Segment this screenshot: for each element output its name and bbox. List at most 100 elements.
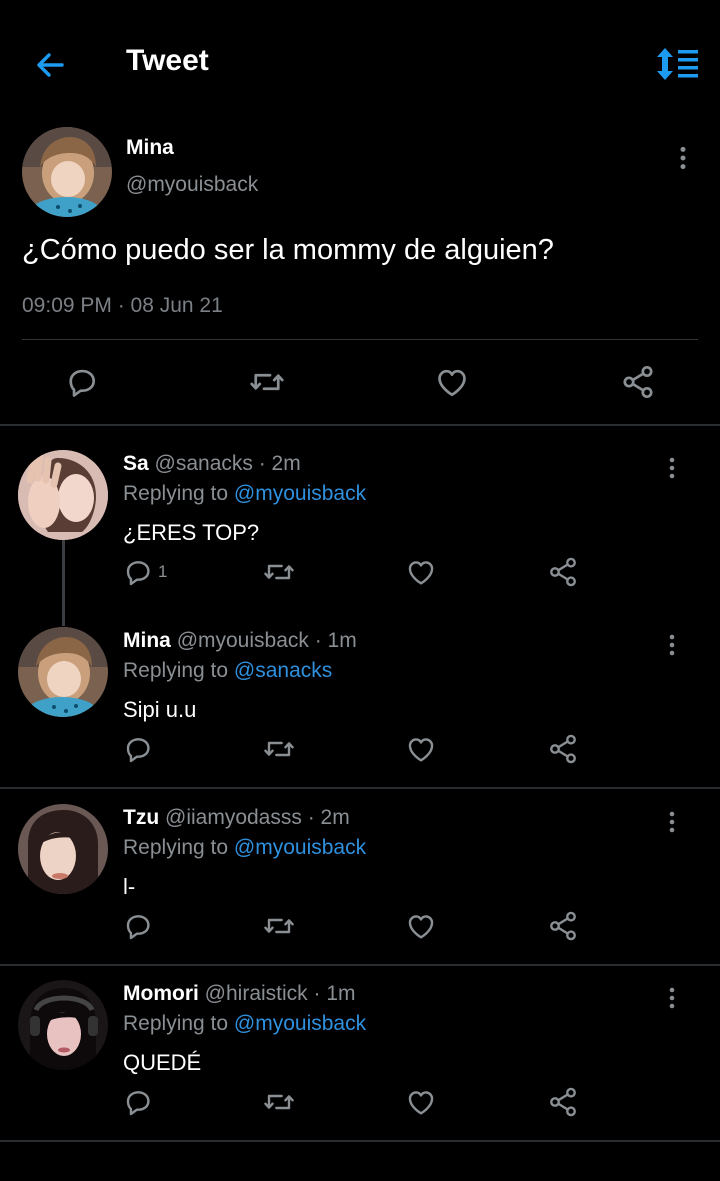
share-icon — [620, 364, 656, 400]
reply-author-name[interactable]: Sa — [123, 452, 149, 475]
reply-button[interactable] — [122, 910, 154, 942]
like-icon — [434, 364, 470, 400]
divider — [0, 1140, 720, 1142]
mention-link[interactable]: @myouisback — [234, 836, 366, 859]
more-options-button[interactable] — [670, 140, 696, 176]
arrow-left-icon — [37, 53, 64, 77]
avatar[interactable] — [18, 804, 108, 894]
retweet-icon — [262, 910, 296, 942]
like-icon — [405, 733, 437, 765]
tweet-text: ¿Cómo puedo ser la mommy de alguien? — [22, 234, 554, 266]
reply-text: Sipi u.u — [123, 697, 197, 722]
page-title: Tweet — [126, 44, 209, 77]
reply-author-name[interactable]: Mina — [123, 629, 171, 652]
reply-item[interactable]: Tzu @iiamyodasss · 2m Replying to @myoui… — [0, 804, 720, 980]
reply-icon — [122, 733, 154, 765]
reply-icon — [122, 910, 154, 942]
divider — [0, 787, 720, 789]
tweet-timestamp: 09:09 PM · 08 Jun 21 — [22, 294, 223, 317]
reply-text: ¿ERES TOP? — [123, 520, 260, 545]
like-icon — [405, 1086, 437, 1118]
like-button[interactable] — [405, 1086, 437, 1118]
more-vertical-icon — [668, 986, 676, 1010]
divider — [0, 424, 720, 426]
avatar[interactable] — [18, 627, 108, 717]
reply-icon — [122, 556, 154, 588]
more-vertical-icon — [668, 810, 676, 834]
share-button[interactable] — [547, 556, 579, 588]
reply-item[interactable]: Momori @hiraistick · 1m Replying to @myo… — [0, 980, 720, 1156]
reply-icon — [122, 1086, 154, 1118]
more-options-button[interactable] — [660, 629, 684, 661]
more-options-button[interactable] — [660, 982, 684, 1014]
retweet-icon — [248, 364, 286, 400]
retweet-button[interactable] — [248, 364, 286, 400]
share-icon — [547, 1086, 579, 1118]
reply-count: 1 — [158, 562, 168, 581]
more-vertical-icon — [668, 456, 676, 480]
like-icon — [405, 556, 437, 588]
reply-author-meta: @iiamyodasss · 2m — [165, 806, 350, 829]
reply-author-name[interactable]: Tzu — [123, 806, 159, 829]
top-bar: Tweet — [0, 0, 720, 128]
reply-button[interactable] — [122, 1086, 154, 1118]
share-button[interactable] — [620, 364, 656, 400]
more-vertical-icon — [679, 145, 687, 171]
share-button[interactable] — [547, 733, 579, 765]
retweet-button[interactable] — [262, 556, 296, 588]
reply-author-name[interactable]: Momori — [123, 982, 199, 1005]
reply-item[interactable]: Sa @sanacks · 2m Replying to @myouisback… — [0, 450, 720, 626]
tweet-actions — [0, 360, 720, 406]
replying-to-label: Replying to — [123, 482, 229, 505]
like-button[interactable] — [434, 364, 470, 400]
mention-link[interactable]: @myouisback — [234, 1012, 366, 1035]
reply-actions — [0, 733, 720, 769]
divider — [0, 964, 720, 966]
share-icon — [547, 733, 579, 765]
retweet-icon — [262, 556, 296, 588]
author-name[interactable]: Mina — [126, 136, 174, 160]
reply-button[interactable]: 1 — [122, 556, 167, 588]
like-button[interactable] — [405, 733, 437, 765]
reply-text: l- — [123, 874, 136, 899]
retweet-button[interactable] — [262, 1086, 296, 1118]
more-options-button[interactable] — [660, 806, 684, 838]
share-button[interactable] — [547, 1086, 579, 1118]
share-button[interactable] — [547, 910, 579, 942]
divider — [22, 339, 698, 340]
sort-replies-button[interactable] — [652, 44, 704, 84]
avatar[interactable] — [18, 980, 108, 1070]
retweet-button[interactable] — [262, 733, 296, 765]
like-button[interactable] — [405, 910, 437, 942]
back-button[interactable] — [30, 48, 70, 82]
reply-button[interactable] — [64, 364, 100, 400]
replying-to-label: Replying to — [123, 659, 229, 682]
more-options-button[interactable] — [660, 452, 684, 484]
reply-author-meta: @sanacks · 2m — [154, 452, 301, 475]
reply-actions — [0, 910, 720, 946]
reply-icon — [64, 364, 100, 400]
share-icon — [547, 910, 579, 942]
share-icon — [547, 556, 579, 588]
reply-author-meta: @myouisback · 1m — [176, 629, 357, 652]
reply-button[interactable] — [122, 733, 154, 765]
more-vertical-icon — [668, 633, 676, 657]
retweet-icon — [262, 1086, 296, 1118]
reply-author-meta: @hiraistick · 1m — [204, 982, 356, 1005]
mention-link[interactable]: @myouisback — [234, 482, 366, 505]
author-handle[interactable]: @myouisback — [126, 173, 258, 197]
reply-item[interactable]: Mina @myouisback · 1m Replying to @sanac… — [0, 627, 720, 803]
sort-icon — [657, 48, 698, 80]
replying-to-label: Replying to — [123, 1012, 229, 1035]
reply-actions — [0, 1086, 720, 1122]
replying-to-label: Replying to — [123, 836, 229, 859]
retweet-button[interactable] — [262, 910, 296, 942]
mention-link[interactable]: @sanacks — [234, 659, 332, 682]
like-icon — [405, 910, 437, 942]
avatar[interactable] — [18, 450, 108, 540]
reply-text: QUEDÉ — [123, 1050, 202, 1075]
reply-actions: 1 — [0, 556, 720, 592]
like-button[interactable] — [405, 556, 437, 588]
avatar[interactable] — [22, 127, 112, 217]
retweet-icon — [262, 733, 296, 765]
